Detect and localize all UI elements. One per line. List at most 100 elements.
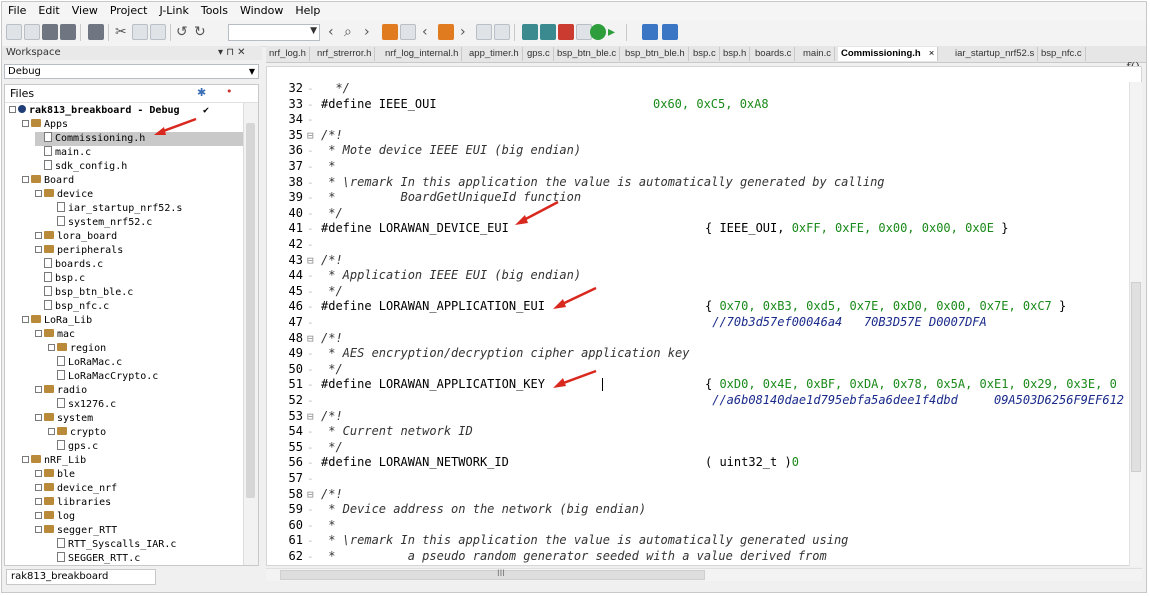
workspace-controls[interactable]: ▾ ⊓ ✕ (218, 46, 246, 60)
bookmark-icon[interactable] (438, 24, 454, 40)
code-line[interactable]: 61- * \remark In this application the va… (267, 533, 1141, 548)
debug-without-download-icon[interactable]: ▸ (608, 23, 615, 41)
code-line[interactable]: 41- #define LORAWAN_DEVICE_EUI { IEEE_OUI,… (267, 221, 1141, 236)
expand-toggle-icon[interactable] (35, 245, 42, 253)
code-line[interactable]: 53 ⊟ /*! (267, 409, 1141, 424)
tab-nrf-log-internal-h[interactable]: nrf_log_internal.h (382, 47, 463, 61)
tab-main-c[interactable]: main.c (800, 47, 835, 61)
tree-folder[interactable]: segger_RTT (35, 524, 247, 538)
copy-icon[interactable] (132, 24, 148, 40)
code-line[interactable]: 45- */ (267, 284, 1141, 299)
tree-scrollbar[interactable] (243, 103, 258, 565)
tree-file[interactable]: main.c (35, 146, 247, 160)
config-select[interactable]: Debug ▼ (4, 64, 259, 79)
tab-nrf-strerror-h[interactable]: nrf_strerror.h (314, 47, 376, 61)
tree-file[interactable]: gps.c (48, 440, 247, 454)
menu-edit[interactable]: Edit (32, 2, 65, 20)
code-line[interactable]: 48 ⊟ /*! (267, 331, 1141, 346)
tab-commissioning-h[interactable]: Commissioning.h × (838, 47, 939, 61)
code-line[interactable]: 33- #define IEEE_OUI 0x60, 0xC5, 0xA8 (267, 97, 1141, 112)
new-file-icon[interactable] (6, 24, 22, 40)
expand-toggle-icon[interactable] (22, 455, 29, 463)
open-file-icon[interactable] (24, 24, 40, 40)
editor-horizontal-scrollbar[interactable]: III (266, 568, 1142, 581)
code-line[interactable]: 56- #define LORAWAN_NETWORK_ID ( uint32_t … (267, 455, 1141, 470)
menu-j-link[interactable]: J-Link (153, 2, 194, 20)
tree-folder[interactable]: lora_board (35, 230, 247, 244)
menu-help[interactable]: Help (289, 2, 326, 20)
expand-toggle-icon[interactable] (22, 315, 29, 323)
code-line[interactable]: 54- * Current network ID (267, 424, 1141, 439)
tab-bsp-btn-ble-h[interactable]: bsp_btn_ble.h (622, 47, 689, 61)
tree-file[interactable]: sx1276.c (48, 398, 247, 412)
tree-folder[interactable]: system (35, 412, 247, 426)
expand-toggle-icon[interactable] (35, 497, 42, 505)
close-icon[interactable]: × (929, 48, 935, 59)
code-line[interactable]: 44- * Application IEEE EUI (big endian) (267, 268, 1141, 283)
expand-toggle-icon[interactable] (22, 175, 29, 183)
tree-folder[interactable]: radio (35, 384, 247, 398)
code-line[interactable]: 40- */ (267, 206, 1141, 221)
redo-icon[interactable]: ↻ (194, 23, 206, 41)
tab-bsp-h[interactable]: bsp.h (720, 47, 751, 61)
expand-toggle-icon[interactable] (35, 511, 42, 519)
tab-nrf-log-h[interactable]: nrf_log.h (266, 47, 310, 61)
workspace-bottom-tab[interactable]: rak813_breakboard (6, 569, 156, 585)
tab-bsp-c[interactable]: bsp.c (690, 47, 720, 61)
indent-icon[interactable] (400, 24, 416, 40)
print-icon[interactable] (88, 24, 104, 40)
code-line[interactable]: 51- #define LORAWAN_APPLICATION_KEY { 0xD0… (267, 377, 1141, 392)
tree-folder[interactable]: Board (22, 174, 247, 188)
tree-folder[interactable]: libraries (35, 496, 247, 510)
expand-toggle-icon[interactable] (9, 105, 16, 113)
expand-toggle-icon[interactable] (22, 119, 29, 127)
code-line[interactable]: 59- * Device address on the network (big… (267, 502, 1141, 517)
menu-project[interactable]: Project (104, 2, 154, 20)
code-line[interactable]: 38- * \remark In this application the va… (267, 175, 1141, 190)
code-line[interactable]: 35 ⊟ /*! (267, 128, 1141, 143)
tab-gps-c[interactable]: gps.c (524, 47, 554, 61)
expand-toggle-icon[interactable] (35, 483, 42, 491)
code-line[interactable]: 43 ⊟ /*! (267, 253, 1141, 268)
code-line[interactable]: 52- //a6b08140dae1d795ebfa5a6dee1f4dbd 0… (267, 393, 1141, 408)
code-line[interactable]: 34- (267, 112, 1141, 127)
tab-iar-startup-nrf52-s[interactable]: iar_startup_nrf52.s (952, 47, 1039, 61)
fold-marker-icon[interactable]: ⊟ (307, 409, 317, 424)
tree-folder[interactable]: crypto (48, 426, 247, 440)
cut-icon[interactable]: ✂ (115, 23, 127, 41)
window-icon[interactable] (662, 24, 678, 40)
code-line[interactable]: 39- * BoardGetUniqueId function (267, 190, 1141, 205)
chevron-down-icon[interactable]: ▼ (249, 65, 255, 79)
find-combo[interactable]: ▼ (228, 24, 320, 41)
code-line[interactable]: 47- //70b3d57ef00046a4 70B3D57E D0007DFA (267, 315, 1141, 330)
tree-file[interactable]: iar_startup_nrf52.s (48, 202, 247, 216)
tree-folder[interactable]: region (48, 342, 247, 356)
code-line[interactable]: 42- (267, 237, 1141, 252)
nav-forward-icon[interactable]: › (364, 23, 370, 41)
menu-view[interactable]: View (66, 2, 104, 20)
tree-folder[interactable]: device (35, 188, 247, 202)
paste-icon[interactable] (150, 24, 166, 40)
expand-toggle-icon[interactable] (35, 231, 42, 239)
tree-folder[interactable]: peripherals (35, 244, 247, 258)
menu-window[interactable]: Window (234, 2, 289, 20)
fold-marker-icon[interactable]: ⊟ (307, 253, 317, 268)
fold-marker-icon[interactable]: ⊟ (307, 487, 317, 502)
tree-project[interactable]: rak813_breakboard - Debug ✔ (9, 104, 247, 118)
layout-icon[interactable] (642, 24, 658, 40)
tree-file[interactable]: bsp_btn_ble.c (35, 286, 247, 300)
editor-vscroll-thumb[interactable] (1131, 282, 1141, 472)
undo-icon[interactable]: ↺ (176, 23, 188, 41)
go-to-icon[interactable] (382, 24, 398, 40)
code-line[interactable]: 60- * (267, 518, 1141, 533)
code-editor[interactable]: 32- */33- #define IEEE_OUI 0x60, 0xC5, 0xA… (266, 66, 1142, 566)
tree-file[interactable]: sdk_config.h (35, 160, 247, 174)
tree-folder[interactable]: device_nrf (35, 482, 247, 496)
tree-file[interactable]: boards.c (35, 258, 247, 272)
expand-toggle-icon[interactable] (48, 343, 55, 351)
code-line[interactable]: 36- * Mote device IEEE EUI (big endian) (267, 143, 1141, 158)
expand-toggle-icon[interactable] (35, 413, 42, 421)
code-line[interactable]: 62- * a pseudo random generator seeded w… (267, 549, 1141, 564)
tab-bsp-nfc-c[interactable]: bsp_nfc.c (1038, 47, 1086, 61)
next-bookmark-icon[interactable]: › (460, 23, 466, 41)
